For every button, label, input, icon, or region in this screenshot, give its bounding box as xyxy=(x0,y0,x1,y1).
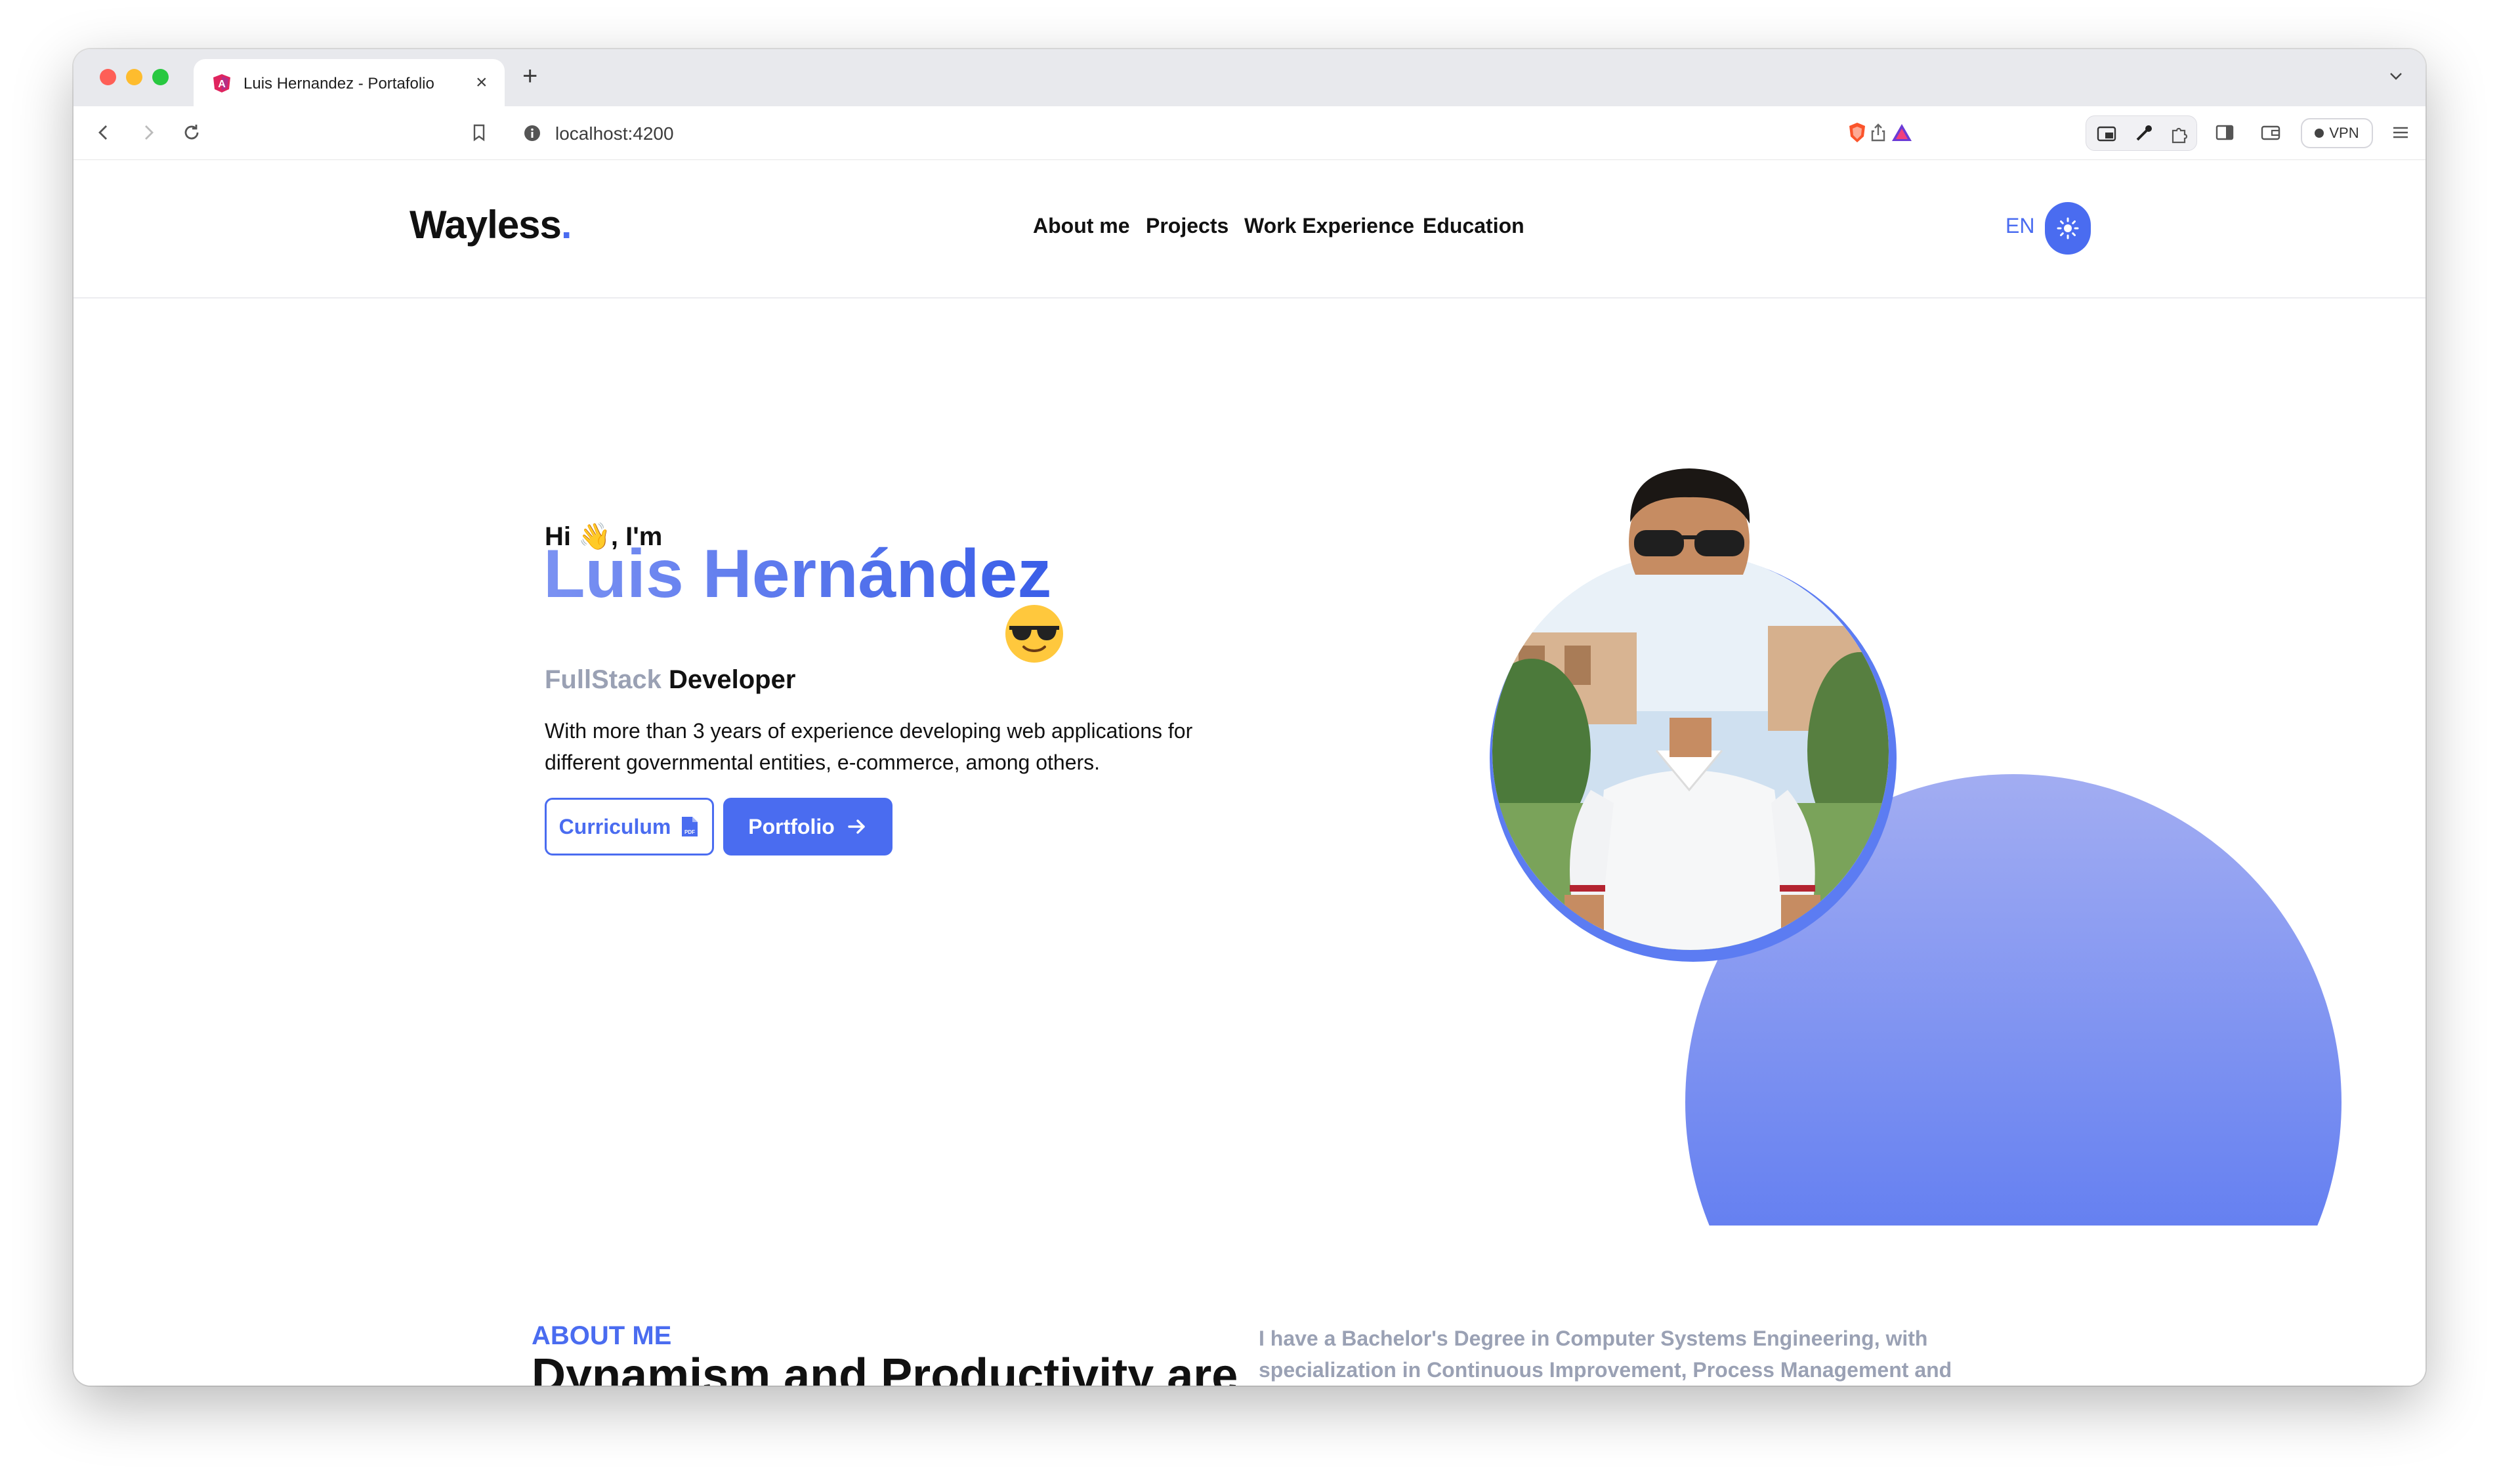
curriculum-label: Curriculum xyxy=(558,814,671,838)
portrait-head xyxy=(1629,468,1750,575)
sun-icon xyxy=(2057,217,2079,239)
menu-icon[interactable] xyxy=(2389,121,2412,144)
vpn-button[interactable]: VPN xyxy=(2301,118,2373,148)
extensions-icon[interactable] xyxy=(2168,123,2190,145)
nav-education[interactable]: Education xyxy=(1423,214,1524,238)
forward-icon[interactable] xyxy=(136,121,160,144)
browser-tab[interactable]: A Luis Hernandez - Portafolio × xyxy=(194,59,505,106)
close-tab-icon[interactable]: × xyxy=(476,71,488,94)
arrow-right-icon xyxy=(848,819,865,834)
portfolio-label: Portfolio xyxy=(748,814,835,838)
browser-window: A Luis Hernandez - Portafolio × + localh… xyxy=(74,49,2426,1386)
reload-icon[interactable] xyxy=(180,121,203,144)
nav-work-experience[interactable]: Work Experience xyxy=(1244,214,1414,238)
url-text: localhost:4200 xyxy=(555,123,674,144)
site-info-icon[interactable] xyxy=(524,125,541,142)
tab-title: Luis Hernandez - Portafolio xyxy=(243,75,434,93)
web-page: Wayless. About me Projects Work Experien… xyxy=(74,160,2426,1386)
brave-shields-icon[interactable] xyxy=(1845,121,1869,144)
new-tab-icon[interactable]: + xyxy=(522,60,537,93)
about-title: Dynamism and Productivity are what repre… xyxy=(532,1350,1238,1386)
hero-name: Luis Hernández xyxy=(543,536,1052,612)
site-logo[interactable]: Wayless. xyxy=(410,202,572,247)
nav-about-me[interactable]: About me xyxy=(1033,214,1130,238)
extensions-group xyxy=(2086,115,2197,151)
sunglasses-emoji-icon xyxy=(1005,605,1063,663)
tab-strip: A Luis Hernandez - Portafolio × + xyxy=(74,49,2426,106)
wallet-icon[interactable] xyxy=(2259,121,2282,144)
close-window-button[interactable] xyxy=(100,69,116,85)
chevron-down-icon[interactable] xyxy=(2389,69,2403,83)
hero-description: With more than 3 years of experience dev… xyxy=(545,719,1193,774)
address-bar[interactable]: localhost:4200 xyxy=(509,113,1927,153)
svg-text:A: A xyxy=(218,79,226,90)
vpn-label: VPN xyxy=(2329,125,2359,141)
browser-toolbar: localhost:4200 VPN xyxy=(74,106,2426,160)
vpn-status-icon xyxy=(2315,129,2324,138)
site-header: Wayless. About me Projects Work Experien… xyxy=(74,160,2426,299)
nav-projects[interactable]: Projects xyxy=(1146,214,1228,238)
maximize-window-button[interactable] xyxy=(152,69,169,85)
eyedropper-icon[interactable] xyxy=(2132,123,2154,145)
bookmark-icon[interactable] xyxy=(467,121,491,144)
hero-role: FullStack Developer xyxy=(545,665,796,694)
minimize-window-button[interactable] xyxy=(126,69,142,85)
theme-toggle-button[interactable] xyxy=(2045,202,2091,255)
portfolio-button[interactable]: Portfolio xyxy=(723,798,892,855)
profile-photo xyxy=(1492,554,1889,950)
angular-favicon-icon: A xyxy=(213,74,230,93)
picture-in-picture-icon[interactable] xyxy=(2095,123,2118,145)
about-text: I have a Bachelor's Degree in Computer S… xyxy=(1259,1327,1952,1382)
svg-text:PDF: PDF xyxy=(684,829,695,835)
back-icon[interactable] xyxy=(92,121,116,144)
sidebar-icon[interactable] xyxy=(2213,121,2236,144)
pdf-file-icon: PDF xyxy=(682,817,698,836)
about-label: ABOUT ME xyxy=(532,1321,672,1350)
brave-rewards-icon[interactable] xyxy=(1890,121,1914,144)
curriculum-button[interactable]: Curriculum PDF xyxy=(545,798,714,855)
language-switch[interactable]: EN xyxy=(2006,214,2034,238)
share-icon[interactable] xyxy=(1866,121,1890,145)
